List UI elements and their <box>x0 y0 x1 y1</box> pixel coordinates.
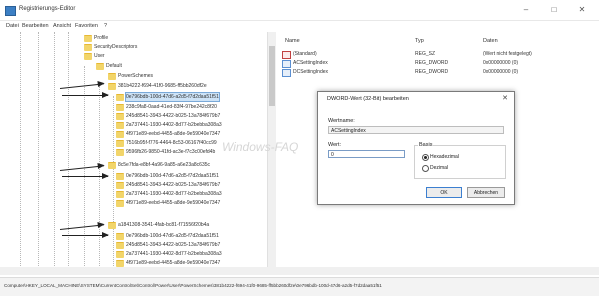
value-name-label: Wertname: <box>328 118 355 124</box>
folder-icon <box>116 140 124 147</box>
window-title: Registrierungs-Editor <box>19 6 76 12</box>
folder-icon <box>116 131 124 138</box>
folder-icon <box>108 162 116 169</box>
radio-decimal[interactable] <box>422 165 429 172</box>
folder-icon <box>84 44 92 51</box>
registry-editor-window: Registrierungs-Editor – □ ✕ Datei Bearbe… <box>0 0 599 296</box>
folder-icon <box>116 182 124 189</box>
pointer-arrow-annotation <box>62 92 109 98</box>
string-value-icon <box>282 51 291 59</box>
folder-icon <box>116 260 124 267</box>
pointer-arrow-annotation <box>59 83 104 89</box>
pointer-arrow-annotation <box>62 232 109 238</box>
folder-icon <box>96 63 104 70</box>
value-data-label: Wert: <box>328 142 342 148</box>
folder-icon <box>116 104 124 111</box>
pointer-arrow-annotation <box>59 165 104 171</box>
folder-icon <box>116 122 124 129</box>
folder-icon <box>116 94 124 101</box>
status-path: Computer\HKEY_LOCAL_MACHINE\SYSTEM\Curre… <box>4 283 382 288</box>
folder-icon <box>116 242 124 249</box>
dialog-close-icon[interactable]: ✕ <box>502 94 508 102</box>
watermark-text: Windows-FAQ <box>222 140 299 154</box>
radio-hexadecimal[interactable] <box>422 154 429 161</box>
maximize-button[interactable]: □ <box>543 4 565 16</box>
folder-icon <box>116 173 124 180</box>
column-header-name[interactable]: Name <box>285 38 300 44</box>
folder-icon <box>116 233 124 240</box>
column-header-data[interactable]: Daten <box>483 38 498 44</box>
menu-view[interactable]: Ansicht <box>53 23 71 29</box>
pointer-arrow-annotation <box>59 224 104 230</box>
cancel-button[interactable]: Abbrechen <box>467 187 505 198</box>
horizontal-scrollbar[interactable] <box>0 267 599 275</box>
minimize-button[interactable]: – <box>515 4 537 16</box>
value-row[interactable]: (Standard) REG_SZ (Wert nicht festgelegt… <box>277 50 595 59</box>
folder-icon <box>108 83 116 90</box>
folder-icon <box>108 222 116 229</box>
tree-guide-line <box>20 32 21 272</box>
base-group-box <box>414 145 506 179</box>
menu-edit[interactable]: Bearbeiten <box>22 23 49 29</box>
tree-guide-line <box>113 96 114 272</box>
tree-guide-line <box>54 32 55 272</box>
tree-guide-line <box>68 32 69 272</box>
folder-icon <box>116 149 124 156</box>
regedit-app-icon <box>5 6 16 16</box>
value-row[interactable]: ACSettingIndex REG_DWORD 0x00000000 (0) <box>277 59 595 68</box>
scrollbar-thumb[interactable] <box>269 46 275 106</box>
folder-icon <box>116 200 124 207</box>
tree-guide-line <box>38 32 39 272</box>
value-row[interactable]: DCSettingIndex REG_DWORD 0x00000000 (0) <box>277 68 595 77</box>
binary-value-icon <box>282 60 291 68</box>
tree-guide-line <box>84 66 85 272</box>
base-group-label: Basis <box>418 142 434 148</box>
folder-icon <box>84 35 92 42</box>
value-name-field: ACSettingIndex <box>328 126 504 134</box>
radio-decimal-label: Dezimal <box>430 165 449 171</box>
folder-icon <box>84 53 92 60</box>
folder-icon <box>116 113 124 120</box>
title-bar: Registrierungs-Editor – □ ✕ <box>0 0 599 21</box>
status-bar: Computer\HKEY_LOCAL_MACHINE\SYSTEM\Curre… <box>0 277 599 296</box>
menu-bar: Datei Bearbeiten Ansicht Favoriten ? <box>0 21 599 32</box>
binary-value-icon <box>282 69 291 77</box>
folder-icon <box>116 191 124 198</box>
folder-icon <box>108 73 116 80</box>
menu-favorites[interactable]: Favoriten <box>75 23 98 29</box>
close-button[interactable]: ✕ <box>571 4 593 16</box>
column-header-type[interactable]: Typ <box>415 38 424 44</box>
tree-guide-line <box>99 86 100 272</box>
pointer-arrow-annotation <box>62 173 109 179</box>
menu-file[interactable]: Datei <box>6 23 19 29</box>
dialog-title: DWORD-Wert (32-Bit) bearbeiten <box>327 96 409 102</box>
dialog-title-bar: DWORD-Wert (32-Bit) bearbeiten ✕ <box>318 92 514 106</box>
edit-dword-dialog: DWORD-Wert (32-Bit) bearbeiten ✕ Wertnam… <box>317 91 515 205</box>
value-data-input[interactable]: 0 <box>328 150 405 158</box>
folder-icon <box>116 251 124 258</box>
ok-button[interactable]: OK <box>426 187 462 198</box>
menu-help[interactable]: ? <box>104 23 107 29</box>
radio-hexadecimal-label: Hexadezimal <box>430 154 459 160</box>
